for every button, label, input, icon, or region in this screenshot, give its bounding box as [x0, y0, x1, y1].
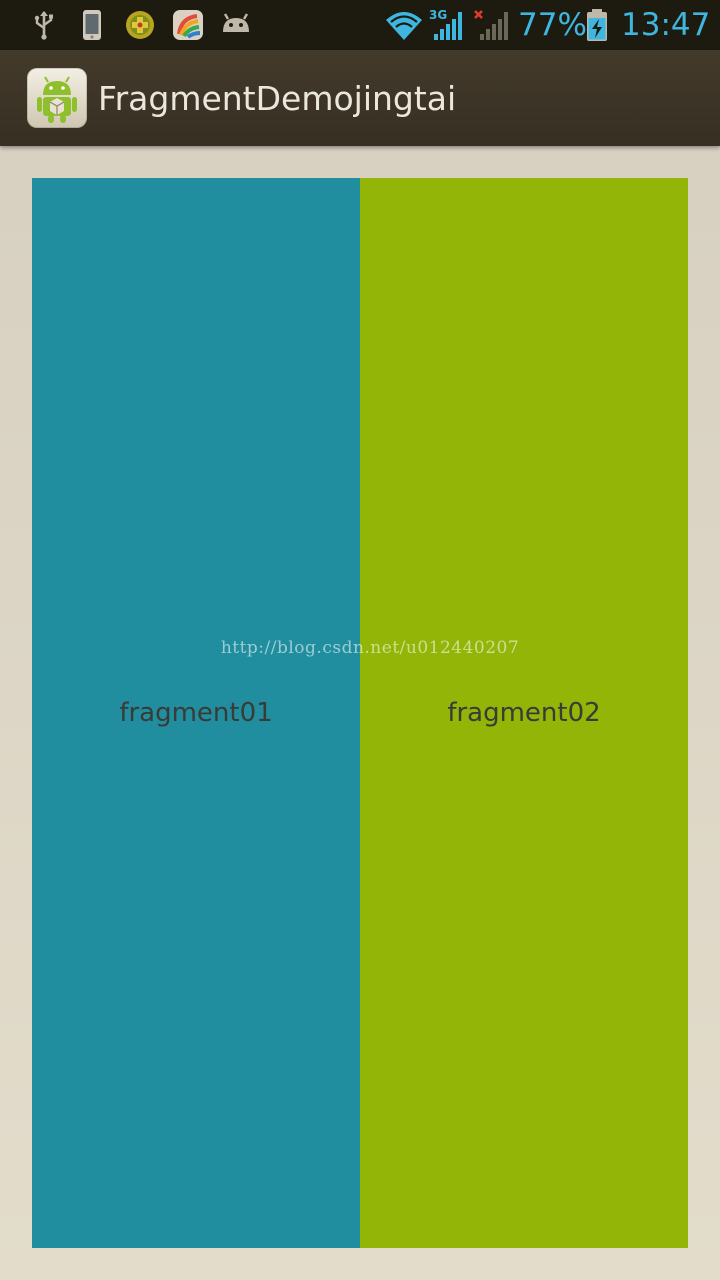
fragment01-panel: fragment01 — [32, 178, 360, 1248]
wifi-icon — [384, 8, 424, 42]
battery-charging-icon — [584, 8, 610, 42]
action-bar: FragmentDemojingtai — [0, 50, 720, 146]
signal-3g-icon: 3G — [428, 8, 468, 42]
network-type-label: 3G — [429, 8, 447, 22]
phone-icon — [75, 8, 109, 42]
android-app-icon[interactable] — [27, 68, 87, 128]
watermark: http://blog.csdn.net/u012440207 — [220, 638, 520, 658]
fragment02-panel: fragment02 — [360, 178, 688, 1248]
fragment02-label: fragment02 — [447, 698, 601, 728]
status-clock: 13:47 — [621, 7, 711, 43]
fragment01-label: fragment01 — [119, 698, 273, 728]
signal-no-sim-icon — [472, 8, 512, 42]
android-icon — [219, 8, 253, 42]
battery-percent: 77% — [518, 7, 587, 43]
multicolor-app-icon — [171, 8, 205, 42]
game-app-icon — [123, 8, 157, 42]
status-bar: 3G 77% 13:47 — [0, 0, 720, 50]
app-title: FragmentDemojingtai — [98, 79, 457, 118]
usb-icon — [27, 8, 61, 42]
